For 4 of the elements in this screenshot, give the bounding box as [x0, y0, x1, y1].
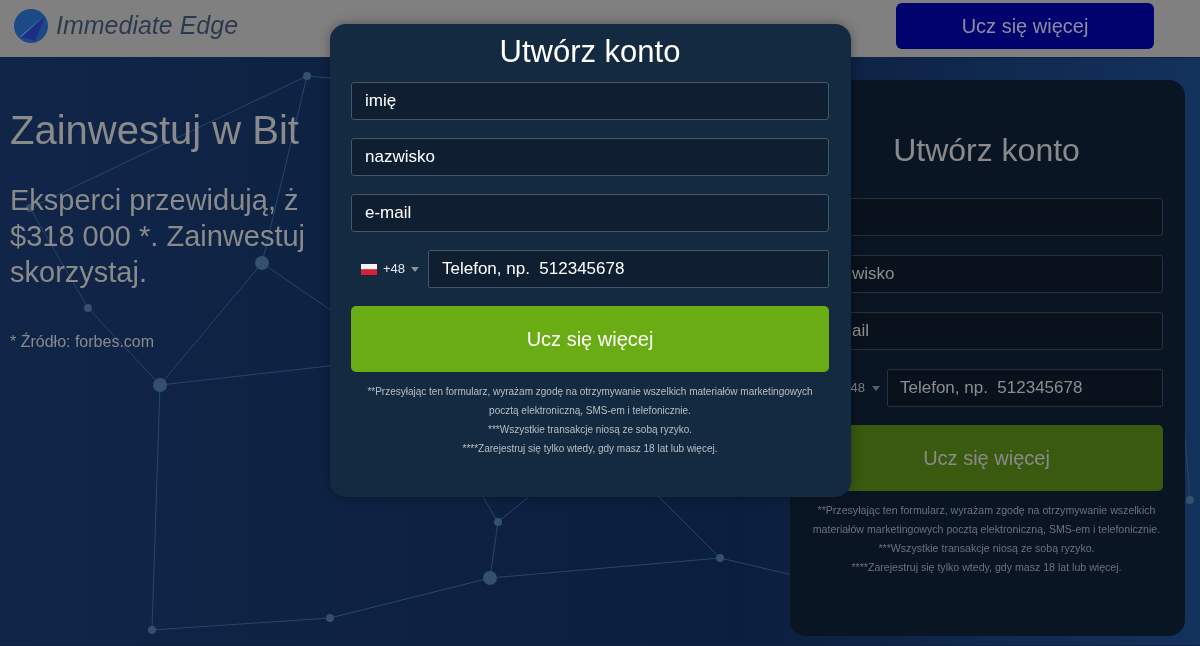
- logo-icon: [14, 9, 48, 43]
- learn-more-button[interactable]: Ucz się więcej: [896, 3, 1154, 49]
- logo-text: Immediate Edge: [56, 10, 239, 42]
- modal-title: Utwórz konto: [498, 33, 682, 71]
